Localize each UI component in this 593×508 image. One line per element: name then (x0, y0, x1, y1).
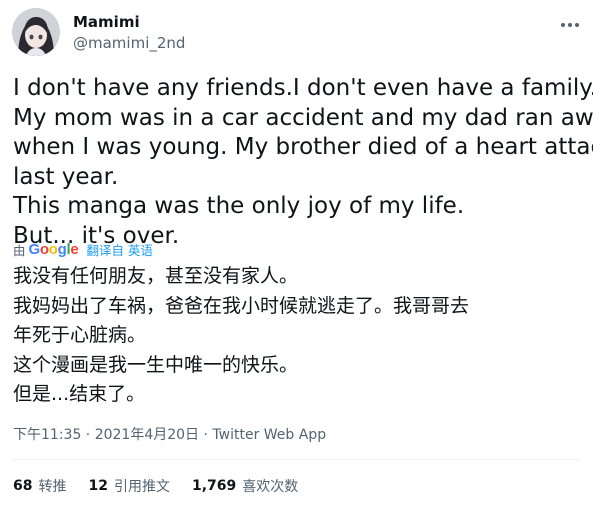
translated-by-label: 由 (13, 242, 26, 258)
retweets-count: 68 (13, 478, 33, 494)
translated-text-line: 年死于心脏病。 (13, 324, 147, 346)
tweet-text-line: I don't have any friends.I don't even ha… (13, 75, 593, 101)
username[interactable]: @mamimi_2nd (73, 34, 185, 52)
display-name[interactable]: Mamimi (73, 13, 140, 31)
translation-attribution: 由 Google 翻译自 英语 (13, 240, 153, 258)
avatar-image (12, 8, 60, 56)
translated-from-link[interactable]: 翻译自 英语 (86, 240, 152, 259)
translated-text-line: 我没有任何朋友，甚至没有家人。 (13, 265, 299, 287)
retweets-stat[interactable]: 68 转推 (13, 476, 66, 496)
tweet-card: Mamimi @mamimi_2nd I don't have any frie… (0, 0, 593, 508)
more-button[interactable] (557, 12, 583, 38)
avatar[interactable] (12, 8, 60, 56)
tweet-text-line: when I was young. My brother died of a h… (13, 134, 593, 160)
divider (13, 459, 580, 460)
translated-text-line: 但是...结束了。 (13, 383, 146, 405)
tweet-text-line: last year. (13, 163, 119, 190)
quotes-label: 引用推文 (113, 479, 170, 495)
quotes-count: 12 (88, 478, 108, 494)
likes-count: 1,769 (191, 478, 237, 494)
tweet-timestamp[interactable]: 下午11:35 · 2021年4月20日 · Twitter Web App (13, 424, 326, 444)
translated-text: 我没有任何朋友，甚至没有家人。 我妈妈出了车祸，爸爸在我小时候就逃走了。我哥哥去… (13, 262, 585, 410)
tweet-text-line: My mom was in a car accident and my dad … (13, 104, 593, 131)
more-dots-icon (561, 23, 579, 27)
tweet-text-line: This manga was the only joy of my life. (13, 193, 465, 219)
likes-label: 喜欢次数 (242, 479, 299, 495)
google-logo: Google (28, 240, 79, 258)
quotes-stat[interactable]: 12 引用推文 (88, 476, 169, 496)
translated-text-line: 这个漫画是我一生中唯一的快乐。 (13, 353, 299, 376)
translated-text-line: 我妈妈出了车祸，爸爸在我小时候就逃走了。我哥哥去 (13, 294, 470, 317)
likes-stat[interactable]: 1,769 喜欢次数 (192, 476, 298, 496)
tweet-header: Mamimi @mamimi_2nd (12, 8, 583, 58)
tweet-stats: 68 转推 12 引用推文 1,769 喜欢次数 (13, 476, 320, 496)
tweet-text: I don't have any friends.I don't even ha… (13, 74, 593, 251)
retweets-label: 转推 (38, 479, 67, 495)
